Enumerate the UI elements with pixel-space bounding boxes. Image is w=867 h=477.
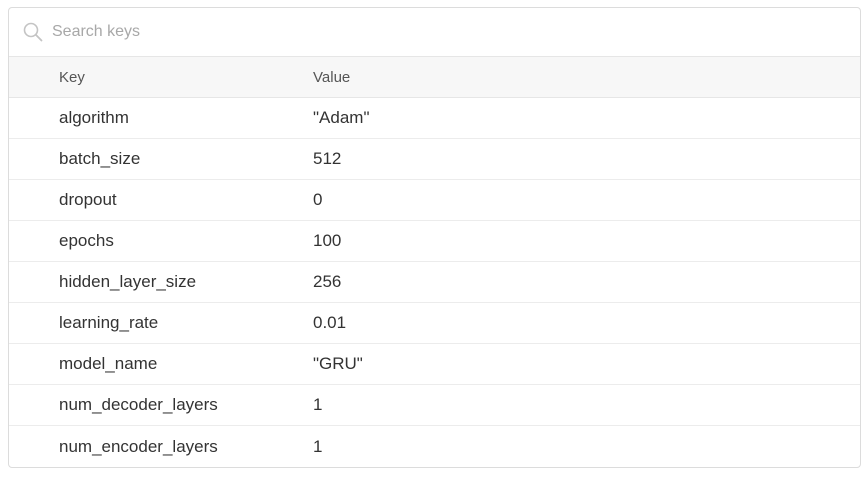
row-key: model_name xyxy=(59,354,158,373)
row-key: learning_rate xyxy=(59,313,159,332)
table-row: num_decoder_layers 1 xyxy=(9,385,860,426)
table-row: num_encoder_layers 1 xyxy=(9,426,860,467)
row-key: num_encoder_layers xyxy=(59,436,218,456)
row-value: 0 xyxy=(313,190,323,209)
row-value: 1 xyxy=(313,436,323,456)
column-header-value[interactable]: Value xyxy=(313,69,860,86)
table-row: learning_rate 0.01 xyxy=(9,303,860,344)
row-value: "GRU" xyxy=(313,354,363,373)
search-bar xyxy=(9,8,860,57)
table-row: model_name "GRU" xyxy=(9,344,860,385)
row-key: batch_size xyxy=(59,149,141,168)
table-header: Key Value xyxy=(9,57,860,98)
table-row: epochs 100 xyxy=(9,221,860,262)
search-icon xyxy=(23,22,43,42)
table-row: batch_size 512 xyxy=(9,139,860,180)
hyperparameter-table-panel: Key Value algorithm "Adam" batch_size 51… xyxy=(8,7,861,468)
row-key: epochs xyxy=(59,231,114,250)
row-value: "Adam" xyxy=(313,108,370,127)
row-value: 0.01 xyxy=(313,313,347,332)
row-key: algorithm xyxy=(59,108,129,127)
column-header-key[interactable]: Key xyxy=(9,69,313,86)
row-value: 1 xyxy=(313,395,323,414)
row-value: 100 xyxy=(313,231,342,250)
row-key: hidden_layer_size xyxy=(59,272,197,291)
table-row: hidden_layer_size 256 xyxy=(9,262,860,303)
table-body: algorithm "Adam" batch_size 512 dropout … xyxy=(9,98,860,467)
table-row: algorithm "Adam" xyxy=(9,98,860,139)
table-row: dropout 0 xyxy=(9,180,860,221)
row-value: 512 xyxy=(313,149,342,168)
search-input[interactable] xyxy=(52,23,812,41)
row-value: 256 xyxy=(313,272,342,291)
row-key: dropout xyxy=(59,190,117,209)
row-key: num_decoder_layers xyxy=(59,395,218,414)
